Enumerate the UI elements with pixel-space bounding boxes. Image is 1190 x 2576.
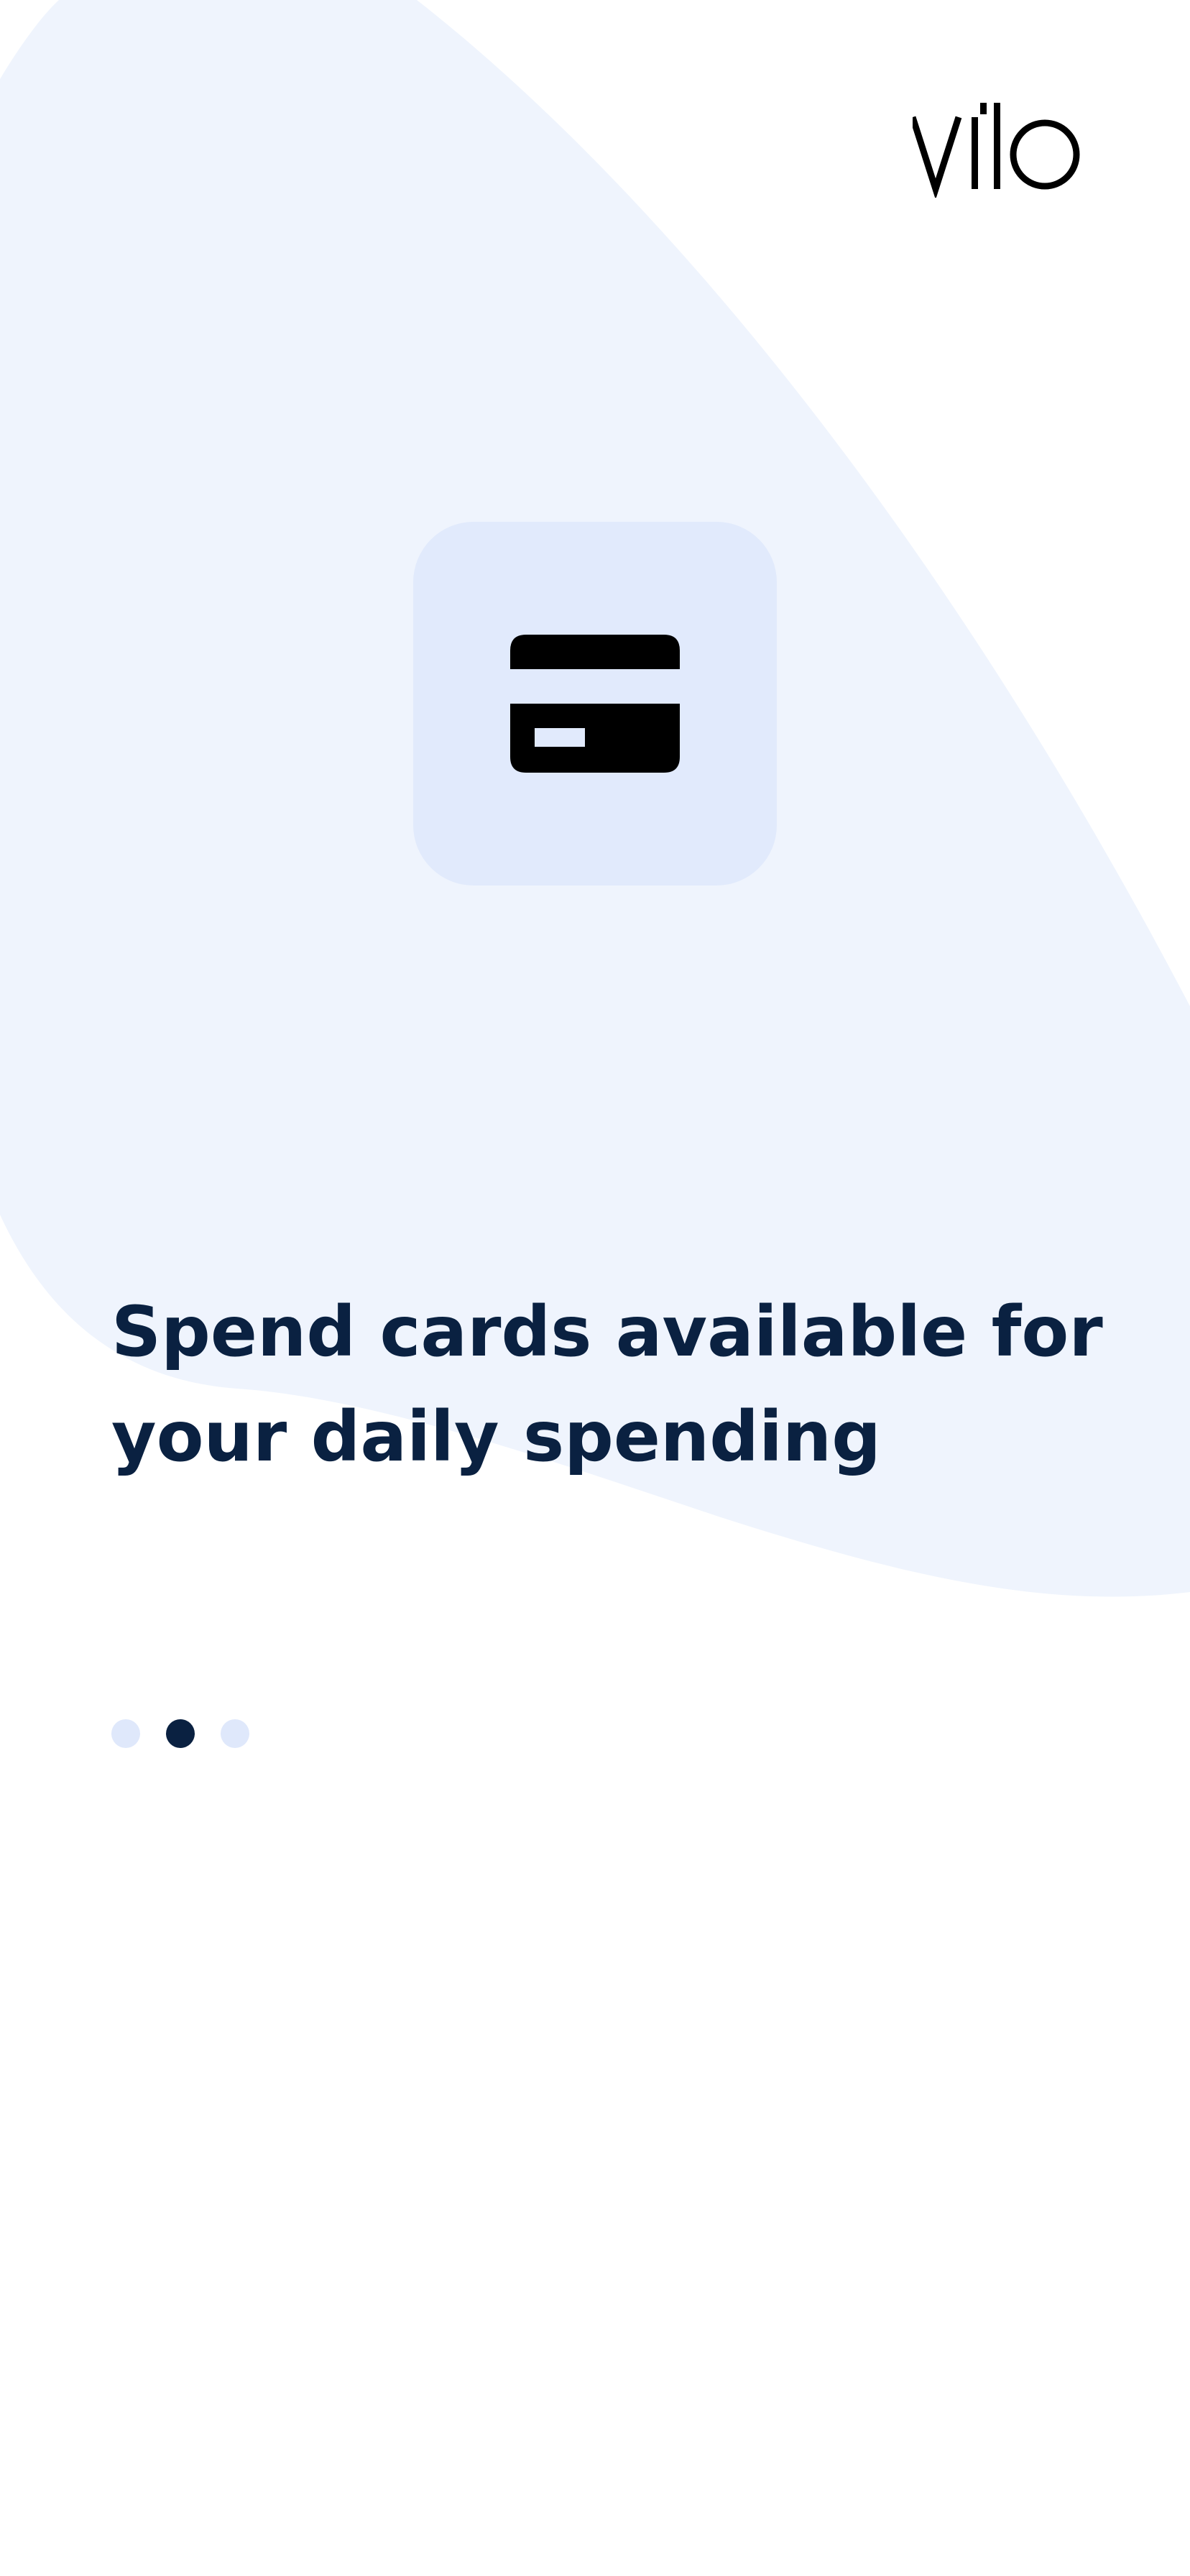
headline-line-2: your daily spending <box>111 1397 881 1477</box>
vilo-logo <box>913 103 1080 198</box>
credit-card-icon <box>510 635 680 773</box>
onboarding-headline: Spend cards available for your daily spe… <box>111 1279 1117 1489</box>
feature-icon-tile <box>413 522 777 886</box>
page-dot-2-active[interactable] <box>166 1719 195 1748</box>
page-dot-1[interactable] <box>111 1719 140 1748</box>
page-dot-3[interactable] <box>221 1719 249 1748</box>
page-indicator <box>111 1718 249 1749</box>
headline-line-1: Spend cards available for <box>111 1292 1103 1372</box>
